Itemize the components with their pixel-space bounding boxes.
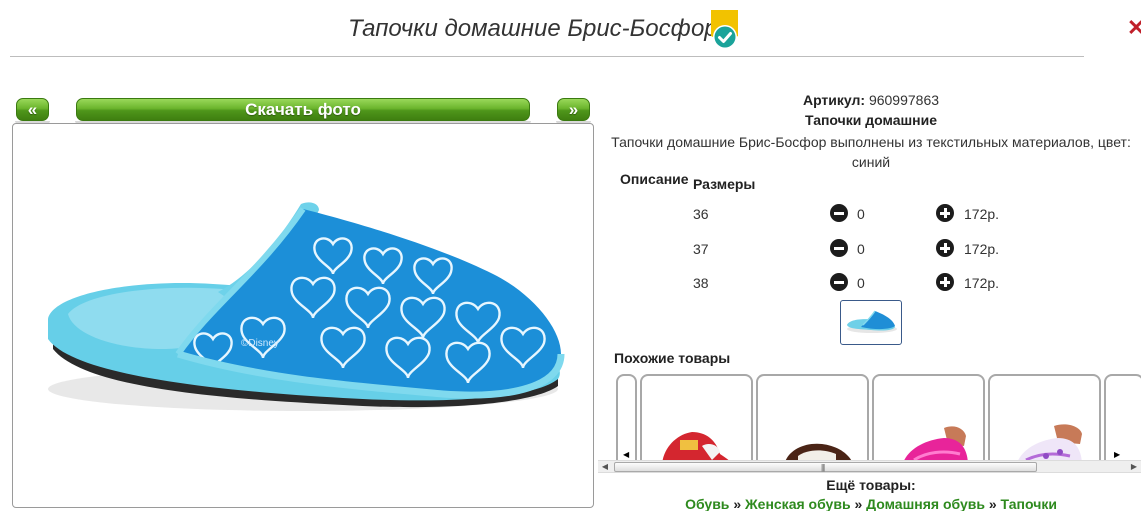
size-value: 38 xyxy=(693,275,709,291)
disney-watermark: ©Disney xyxy=(241,338,279,349)
tab-sizes[interactable]: Размеры xyxy=(693,176,755,192)
size-row: 36 0 172р. xyxy=(0,204,1141,224)
quantity-value: 0 xyxy=(857,241,865,257)
similar-item-3[interactable] xyxy=(872,374,985,460)
similar-card-partial[interactable]: ▶ xyxy=(1104,374,1141,460)
minus-icon[interactable] xyxy=(830,273,848,291)
similar-item-4[interactable] xyxy=(988,374,1101,460)
similar-heading: Похожие товары xyxy=(614,350,731,366)
breadcrumb-link-womens-shoes[interactable]: Женская обувь xyxy=(745,496,851,511)
breadcrumb-separator: » xyxy=(988,496,997,511)
size-value: 36 xyxy=(693,206,709,222)
price-value: 172р. xyxy=(964,241,1000,257)
price-value: 172р. xyxy=(964,275,1000,291)
next-photo-button[interactable]: » xyxy=(556,98,591,124)
breadcrumb-link-slippers[interactable]: Тапочки xyxy=(1001,496,1057,511)
similar-card-partial[interactable]: ◀ xyxy=(616,374,637,460)
tab-description[interactable]: Описание xyxy=(620,171,689,187)
size-row: 38 0 172р. xyxy=(0,273,1141,293)
plus-icon[interactable] xyxy=(936,204,954,222)
page-title: Тапочки домашние Брис-Босфор xyxy=(348,15,718,42)
quantity-value: 0 xyxy=(857,206,865,222)
carousel-left-arrow-icon[interactable]: ◀ xyxy=(623,450,631,460)
slipper-thumbnail-image xyxy=(847,310,897,333)
breadcrumb-link-home-shoes[interactable]: Домашняя обувь xyxy=(866,496,985,511)
scrollbar-thumb[interactable]: ||| xyxy=(614,462,1037,472)
breadcrumb-separator: » xyxy=(733,496,742,511)
article-label: Артикул: xyxy=(802,92,866,108)
brown-slipper-image xyxy=(785,443,852,460)
grip-icon: ||| xyxy=(821,463,825,472)
breadcrumb-separator: » xyxy=(854,496,863,511)
product-description: Тапочки домашние Брис-Босфор выполнены и… xyxy=(611,134,1131,170)
plus-icon[interactable] xyxy=(936,273,954,291)
article-line: Артикул: 960997863 xyxy=(604,92,1138,108)
similar-item-1[interactable] xyxy=(640,374,753,460)
photo-thumbnail[interactable] xyxy=(840,300,902,345)
product-photo[interactable]: ©Disney xyxy=(12,123,594,508)
breadcrumb: Обувь » Женская обувь » Домашняя обувь »… xyxy=(604,496,1138,511)
scroll-right-icon[interactable]: ▶ xyxy=(1128,462,1140,472)
product-subtitle: Тапочки домашние xyxy=(804,112,937,128)
carousel-right-arrow-icon[interactable]: ▶ xyxy=(1114,450,1122,460)
scroll-left-icon[interactable]: ◀ xyxy=(599,462,611,472)
close-icon[interactable]: ✕ xyxy=(1127,17,1141,39)
more-heading: Ещё товары: xyxy=(826,477,916,493)
quantity-value: 0 xyxy=(857,275,865,291)
article-value: 960997863 xyxy=(868,92,940,108)
download-photo-button[interactable]: Скачать фото xyxy=(75,98,531,124)
purple-slipper-image xyxy=(1018,424,1082,460)
size-value: 37 xyxy=(693,241,709,257)
breadcrumb-link-shoes[interactable]: Обувь xyxy=(685,496,729,511)
slipper-image: ©Disney xyxy=(48,202,565,411)
plus-icon[interactable] xyxy=(936,239,954,257)
minus-icon[interactable] xyxy=(830,204,848,222)
pink-slipper-image xyxy=(904,426,968,460)
similar-carousel[interactable]: ◀ ▶ xyxy=(598,372,1141,460)
similar-item-2[interactable] xyxy=(756,374,869,460)
price-value: 172р. xyxy=(964,206,1000,222)
size-row: 37 0 172р. xyxy=(0,239,1141,259)
verified-badge-icon xyxy=(711,10,738,49)
red-slipper-image xyxy=(662,432,729,460)
prev-photo-button[interactable]: « xyxy=(15,98,50,124)
header-divider xyxy=(10,56,1084,57)
carousel-scrollbar[interactable]: ◀ ||| ▶ xyxy=(598,460,1141,473)
minus-icon[interactable] xyxy=(830,239,848,257)
